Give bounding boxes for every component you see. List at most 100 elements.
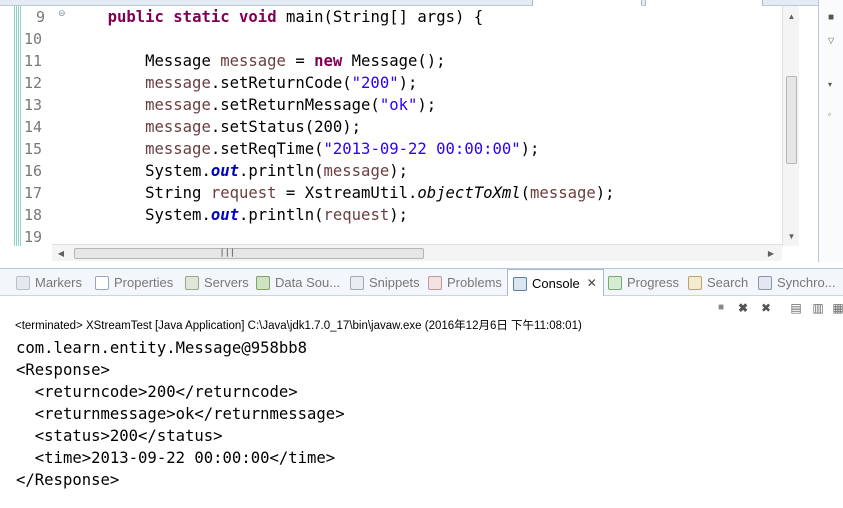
horizontal-scroll-thumb[interactable]: [74, 248, 424, 259]
chevron-down-icon[interactable]: ▽: [828, 36, 834, 45]
code-text: Message();: [342, 52, 446, 70]
code-text: main(String[] args) {: [285, 8, 484, 26]
output-line: <status>200</status>: [16, 427, 223, 445]
code-line: message.setReqTime("2013-09-22 00:00:00"…: [70, 138, 782, 160]
remove-launch-icon[interactable]: ✖: [735, 300, 751, 316]
fold-collapse-icon[interactable]: ⊖: [58, 8, 68, 18]
close-icon[interactable]: ✕: [587, 270, 597, 297]
line-number: 14: [24, 118, 43, 136]
line-number: 11: [24, 52, 43, 70]
remove-all-terminated-icon[interactable]: ✖: [758, 300, 774, 316]
tab-label: Snippets: [369, 275, 420, 290]
output-line: <time>2013-09-22 00:00:00</time>: [16, 449, 336, 467]
tab-label: Data Sou...: [275, 275, 341, 290]
tab-search[interactable]: Search: [688, 269, 748, 296]
snippets-icon: [350, 275, 364, 290]
local-variable: message: [220, 52, 286, 70]
code-text: (: [520, 184, 531, 202]
code-editor[interactable]: 9 10 11 12 13 14 15 16 17 18 19 ⊖ public…: [0, 0, 843, 262]
vertical-scroll-thumb[interactable]: [786, 76, 797, 164]
code-text: System.: [145, 206, 211, 224]
tab-properties[interactable]: Properties: [95, 269, 173, 296]
outline-panel[interactable]: ■ ▽ ▾ ▫: [818, 0, 843, 262]
code-text: System.: [145, 162, 211, 180]
keyword: static: [173, 8, 230, 26]
terminate-icon[interactable]: ■: [713, 300, 729, 316]
static-method: objectToXml: [417, 184, 521, 202]
chevron-down-icon[interactable]: ▾: [828, 80, 832, 89]
line-number: 18: [24, 206, 43, 224]
output-line: <returnmessage>ok</returnmessage>: [16, 405, 345, 423]
code-text: .setReqTime(: [210, 140, 324, 158]
tab-label: Progress: [627, 275, 680, 290]
code-text: );: [389, 206, 408, 224]
code-area[interactable]: public static void main(String[] args) {…: [70, 6, 782, 244]
vertical-scrollbar[interactable]: ▲ ▼: [782, 6, 799, 246]
progress-icon: [608, 275, 622, 290]
line-number: 10: [24, 30, 43, 48]
tab-servers[interactable]: Servers: [185, 269, 249, 296]
code-text: String: [145, 184, 211, 202]
tab-console[interactable]: Console ✕: [507, 269, 604, 297]
code-text: .setReturnCode(: [210, 74, 352, 92]
output-line: <Response>: [16, 361, 110, 379]
code-text: =: [285, 52, 315, 70]
code-text: .println(: [239, 162, 324, 180]
clear-console-icon[interactable]: ▤: [788, 300, 804, 316]
scroll-lock-icon[interactable]: ▥: [810, 300, 826, 316]
code-text: );: [595, 184, 615, 202]
code-text: .println(: [239, 206, 324, 224]
pin-console-icon[interactable]: ▦: [830, 300, 843, 316]
scroll-up-arrow-icon[interactable]: ▲: [783, 10, 800, 24]
static-field: out: [210, 162, 239, 180]
console-toolbar: ■ ✖ ✖ ▤ ▥ ▦: [0, 296, 843, 318]
line-number: 15: [24, 140, 43, 158]
tab-problems[interactable]: Problems: [428, 269, 502, 296]
horizontal-scrollbar[interactable]: ◀ ┃┃┃ ▶: [52, 244, 782, 261]
scroll-left-arrow-icon[interactable]: ◀: [54, 245, 68, 262]
data-source-icon: [256, 275, 270, 290]
local-variable: message: [323, 162, 390, 180]
code-line: String request = XstreamUtil.objectToXml…: [70, 182, 782, 204]
code-text: Message: [145, 52, 221, 70]
scroll-right-arrow-icon[interactable]: ▶: [764, 245, 778, 262]
tab-markers[interactable]: Markers: [16, 269, 82, 296]
synchronize-icon: [758, 275, 772, 290]
console-output[interactable]: com.learn.entity.Message@958bb8 <Respons…: [16, 337, 836, 491]
code-line: Message message = new Message();: [70, 50, 782, 72]
search-icon: [688, 275, 702, 290]
line-number: 16: [24, 162, 43, 180]
tab-progress[interactable]: Progress: [608, 269, 679, 296]
code-text: = XstreamUtil.: [276, 184, 418, 202]
code-text: .setReturnMessage(: [210, 96, 380, 114]
local-variable: request: [210, 184, 277, 202]
problems-icon: [428, 275, 442, 290]
tab-label: Problems: [447, 275, 502, 290]
output-line: <returncode>200</returncode>: [16, 383, 298, 401]
outline-item-icon[interactable]: ■: [828, 12, 834, 23]
keyword: public: [107, 8, 164, 26]
tree-item-icon[interactable]: ▫: [828, 110, 831, 119]
tab-label: Synchro...: [777, 275, 836, 290]
panel-tab-bar: Markers Properties Servers Data Sou... S…: [0, 268, 843, 297]
static-field: out: [210, 206, 239, 224]
line-number: 17: [24, 184, 43, 202]
tab-synchronize[interactable]: Synchro...: [758, 269, 836, 296]
overview-ruler: [14, 6, 22, 246]
scroll-grip-icon: ┃┃┃: [220, 250, 236, 257]
local-variable: message: [145, 140, 211, 158]
tab-snippets[interactable]: Snippets: [350, 269, 420, 296]
string-literal: "ok": [379, 96, 418, 114]
code-line: System.out.println(request);: [70, 204, 782, 226]
output-line: com.learn.entity.Message@958bb8: [16, 339, 308, 357]
scroll-down-arrow-icon[interactable]: ▼: [783, 230, 800, 244]
tab-data-source[interactable]: Data Sou...: [256, 269, 340, 296]
line-number: 9: [36, 8, 46, 26]
local-variable: message: [145, 74, 211, 92]
line-number-gutter: 9 10 11 12 13 14 15 16 17 18 19: [24, 6, 52, 248]
code-text: );: [389, 162, 408, 180]
string-literal: "200": [351, 74, 399, 92]
local-variable: message: [145, 118, 211, 136]
